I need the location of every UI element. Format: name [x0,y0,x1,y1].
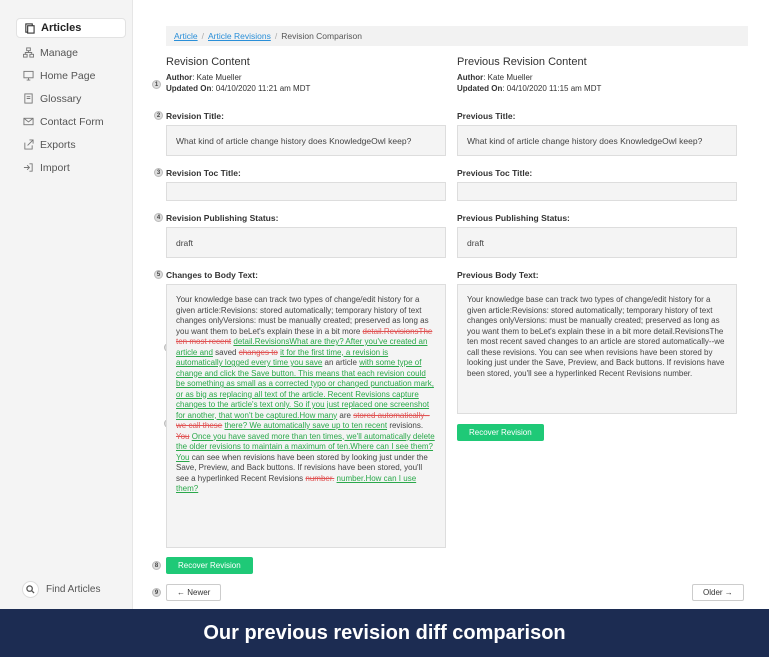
step-marker: 3 [154,168,163,177]
recover-previous-revision-button[interactable]: Recover Revision [457,424,544,441]
sidebar-item-glossary[interactable]: Glossary [0,87,132,110]
sidebar-item-label: Manage [40,46,78,59]
sidebar-item-label: Glossary [40,92,82,105]
search-icon [22,581,39,598]
deleted-text: number. [305,473,335,483]
revision-content-header: Revision Content Author: Kate Mueller Up… [166,56,446,94]
recover-revision-button[interactable]: Recover Revision [166,557,253,574]
inserted-text: there? We automatically save up to ten r… [224,421,388,430]
newer-button[interactable]: ← Newer [166,584,222,601]
updated-value: : 04/10/2020 11:21 am MDT [211,83,311,93]
body-text-segment: saved [212,347,239,357]
book-icon [22,93,34,105]
step-marker: 8 [152,561,161,570]
sidebar-item-label: Import [40,161,70,174]
breadcrumb-article-link[interactable]: Article [174,31,198,41]
articles-icon [23,22,35,34]
sitemap-icon [22,47,34,59]
revision-updated: Updated On: 04/10/2020 11:21 am MDT [166,84,446,95]
previous-content-header: Previous Revision Content Author: Kate M… [457,56,737,94]
previous-content-title: Previous Revision Content [457,56,587,68]
step-marker: 5 [154,270,163,279]
sidebar-item-manage[interactable]: Manage [0,41,132,64]
monitor-icon [22,70,34,82]
previous-title-label: Previous Title: [457,111,516,121]
sidebar-item-home-page[interactable]: Home Page [0,64,132,87]
sidebar-item-label: Articles [41,22,82,34]
previous-body-text: Your knowledge base can track two types … [457,284,737,414]
changes-body-text: Your knowledge base can track two types … [166,284,446,548]
updated-value: : 04/10/2020 11:15 am MDT [502,83,602,93]
import-icon [22,162,34,174]
older-button[interactable]: Older → [692,584,744,601]
updated-label: Updated On [166,83,212,93]
deleted-text: changes to [238,347,278,357]
deleted-text: You [176,431,190,441]
find-articles-button[interactable]: Find Articles [22,581,100,598]
revision-title-label: Revision Title: [166,111,224,121]
revision-title-field: What kind of article change history does… [166,125,446,156]
sidebar-item-import[interactable]: Import [0,156,132,179]
sidebar-item-contact-form[interactable]: Contact Form [0,110,132,133]
caption-banner: Our previous revision diff comparison [0,609,769,657]
revision-author: Author: Kate Mueller [166,73,446,84]
step-marker: 2 [154,111,163,120]
author-label: Author [457,73,484,82]
revision-toc-label: Revision Toc Title: [166,168,241,178]
author-label: Author [166,73,193,82]
sidebar: Articles Manage Home Page Glossary Conta… [0,0,133,609]
author-value: : Kate Mueller [192,73,242,82]
revision-content-title: Revision Content [166,56,250,68]
step-marker: 4 [154,213,163,222]
sidebar-item-articles[interactable]: Articles [16,18,126,38]
mail-icon [22,116,34,128]
breadcrumb-separator: / [201,31,204,41]
previous-body-label: Previous Body Text: [457,270,539,280]
previous-toc-field [457,182,737,201]
breadcrumb: Article / Article Revisions / Revision Compa… [166,26,748,46]
breadcrumb-separator: / [274,31,278,41]
revision-status-field: draft [166,227,446,258]
previous-updated: Updated On: 04/10/2020 11:15 am MDT [457,84,737,95]
revision-status-label: Revision Publishing Status: [166,213,279,223]
previous-author: Author: Kate Mueller [457,73,737,84]
sidebar-item-label: Contact Form [40,115,104,128]
step-marker: 9 [152,588,161,597]
revision-toc-field [166,182,446,201]
previous-status-label: Previous Publishing Status: [457,213,570,223]
export-icon [22,139,34,151]
breadcrumb-revisions-link[interactable]: Article Revisions [208,31,271,41]
sidebar-item-exports[interactable]: Exports [0,133,132,156]
previous-status-field: draft [457,227,737,258]
previous-title-field: What kind of article change history does… [457,125,737,156]
step-marker: 1 [152,80,161,89]
body-text-segment: are [337,410,354,420]
find-articles-label: Find Articles [46,584,101,595]
changes-body-label: Changes to Body Text: [166,270,258,280]
sidebar-item-label: Exports [40,138,76,151]
author-value: : Kate Mueller [483,73,533,82]
body-text-segment: revisions. [387,421,424,430]
updated-label: Updated On [457,83,503,93]
previous-toc-label: Previous Toc Title: [457,168,533,178]
body-text-segment: an article [322,358,360,367]
breadcrumb-current: Revision Comparison [281,31,362,41]
sidebar-item-label: Home Page [40,69,96,82]
